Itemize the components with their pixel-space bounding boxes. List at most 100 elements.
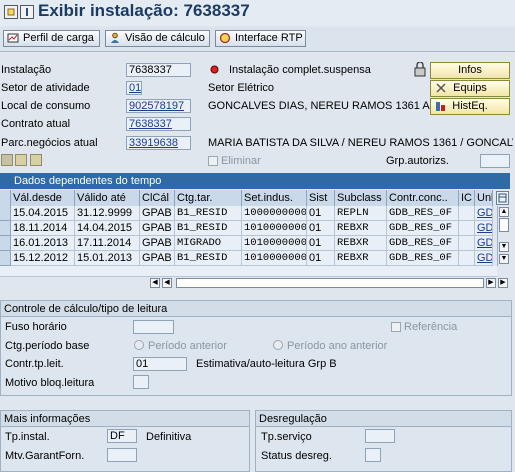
scroll-last-icon[interactable]: ▶ (498, 278, 508, 288)
table-cell[interactable]: GD0 (475, 206, 493, 221)
tp-servico-field[interactable] (365, 429, 395, 443)
referencia-label: Referência (404, 321, 458, 333)
visao-calculo-label: Visão de cálculo (125, 32, 205, 44)
table-cell[interactable]: 01 (307, 206, 335, 221)
grp-autoriz-field[interactable] (480, 154, 510, 168)
contr-tp-leit-field[interactable]: 01 (133, 357, 187, 371)
table-cell[interactable]: GPAB (140, 236, 175, 251)
column-header[interactable]: IC (459, 190, 475, 206)
contrato-atual-field[interactable]: 7638337 (126, 117, 191, 131)
copy-icon[interactable] (15, 154, 27, 166)
scroll-right-icon[interactable]: ▶ (486, 278, 496, 288)
table-cell[interactable]: 18.11.2014 (11, 221, 75, 236)
infos-button[interactable]: Infos (430, 62, 510, 79)
table-cell[interactable]: 1000000000 (242, 206, 307, 221)
table-vertical-scrollbar[interactable]: ▲ ▼ ▼ (497, 206, 510, 266)
table-cell[interactable]: 01 (307, 236, 335, 251)
table-cell[interactable]: 14.04.2015 (75, 221, 140, 236)
table-cell[interactable]: REPLN (335, 206, 387, 221)
table-corner[interactable] (0, 190, 11, 206)
table-cell[interactable]: 1010000000 (242, 236, 307, 251)
table-cell[interactable]: 15.01.2013 (75, 251, 140, 266)
local-consumo-field[interactable]: 902578197 (126, 99, 191, 113)
scroll-down-icon[interactable]: ▼ (499, 254, 509, 264)
table-cell[interactable]: GD0 (475, 221, 493, 236)
setor-atividade-label: Setor de atividade (1, 82, 90, 94)
visao-calculo-button[interactable]: Visão de cálculo (105, 30, 210, 47)
table-cell[interactable]: REBXR (335, 251, 387, 266)
column-header[interactable]: Sist (307, 190, 335, 206)
table-cell[interactable]: GDB_RES_0F (387, 221, 459, 236)
table-cell[interactable]: B1_RESID (175, 206, 242, 221)
table-cell[interactable]: GD0 (475, 236, 493, 251)
table-cell[interactable]: GDB_RES_0F (387, 236, 459, 251)
instalacao-field[interactable]: 7638337 (126, 63, 191, 77)
menu-icon[interactable] (20, 5, 34, 19)
scroll-page-down-icon[interactable]: ▼ (499, 242, 509, 252)
exit-icon[interactable] (4, 5, 18, 19)
motivo-bloq-field[interactable] (133, 375, 149, 389)
table-cell[interactable]: GPAB (140, 206, 175, 221)
periodo-anterior-radio[interactable] (134, 340, 144, 350)
rtp-icon (219, 32, 231, 44)
table-cell[interactable] (459, 251, 475, 266)
periodo-ano-anterior-radio[interactable] (273, 340, 283, 350)
mtv-garant-field[interactable] (107, 448, 137, 462)
column-header[interactable]: Ctg.tar. (175, 190, 242, 206)
table-cell[interactable] (459, 206, 475, 221)
table-cell[interactable]: GPAB (140, 221, 175, 236)
row-selector[interactable] (0, 206, 11, 221)
scroll-left-icon[interactable]: ◀ (162, 278, 172, 288)
table-cell[interactable]: MIGRADO (175, 236, 242, 251)
table-cell[interactable]: GDB_RES_0F (387, 251, 459, 266)
row-selector[interactable] (0, 236, 11, 251)
parc-negocios-field[interactable]: 33919638 (126, 136, 191, 150)
column-header[interactable]: Unl (475, 190, 493, 206)
column-header[interactable]: Vál.desde (11, 190, 75, 206)
table-cell[interactable] (459, 236, 475, 251)
scroll-up-icon[interactable]: ▲ (499, 207, 509, 217)
table-cell[interactable]: GD0 (475, 251, 493, 266)
eliminar-checkbox[interactable] (208, 156, 218, 166)
histeq-button[interactable]: HistEq. (430, 98, 510, 115)
setor-atividade-field[interactable]: 01 (126, 81, 142, 95)
table-cell[interactable]: 31.12.9999 (75, 206, 140, 221)
table-cell[interactable]: B1_RESID (175, 221, 242, 236)
h-scroll-track[interactable] (176, 278, 484, 288)
lock-icon[interactable] (413, 61, 427, 77)
scroll-first-icon[interactable]: ◀ (150, 278, 160, 288)
table-cell[interactable]: 17.11.2014 (75, 236, 140, 251)
referencia-checkbox[interactable] (391, 322, 401, 332)
equips-button[interactable]: Equips (430, 80, 510, 97)
table-cell[interactable]: 01 (307, 221, 335, 236)
table-cell[interactable]: GPAB (140, 251, 175, 266)
table-cell[interactable]: REBXR (335, 221, 387, 236)
perfil-carga-button[interactable]: Perfil de carga (3, 30, 100, 47)
table-cell[interactable]: 01 (307, 251, 335, 266)
column-header[interactable]: Válido até (75, 190, 140, 206)
interface-rtp-button[interactable]: Interface RTP (215, 30, 306, 47)
table-cell[interactable]: 1010000000 (242, 251, 307, 266)
table-cell[interactable]: B1_RESID (175, 251, 242, 266)
table-horizontal-scrollbar[interactable]: ◀ ◀ ▶ ▶ (150, 277, 510, 289)
scroll-thumb[interactable] (499, 218, 509, 232)
status-desreg-field[interactable] (365, 448, 381, 462)
select-all-icon[interactable] (1, 154, 13, 166)
fuso-horario-field[interactable] (133, 320, 174, 334)
row-selector[interactable] (0, 251, 11, 266)
tp-instal-field[interactable]: DF (107, 429, 137, 443)
column-settings-icon[interactable] (496, 191, 509, 205)
table-cell[interactable]: REBXR (335, 236, 387, 251)
table-cell[interactable]: GDB_RES_0F (387, 206, 459, 221)
table-cell[interactable]: 15.04.2015 (11, 206, 75, 221)
column-header[interactable]: Set.indus. (242, 190, 307, 206)
column-header[interactable]: ClCál (140, 190, 175, 206)
column-header[interactable]: Subclass (335, 190, 387, 206)
column-header[interactable]: Contr.conc.. (387, 190, 459, 206)
paste-icon[interactable] (30, 154, 42, 166)
table-cell[interactable] (459, 221, 475, 236)
table-cell[interactable]: 16.01.2013 (11, 236, 75, 251)
table-cell[interactable]: 15.12.2012 (11, 251, 75, 266)
table-cell[interactable]: 1010000000 (242, 221, 307, 236)
row-selector[interactable] (0, 221, 11, 236)
